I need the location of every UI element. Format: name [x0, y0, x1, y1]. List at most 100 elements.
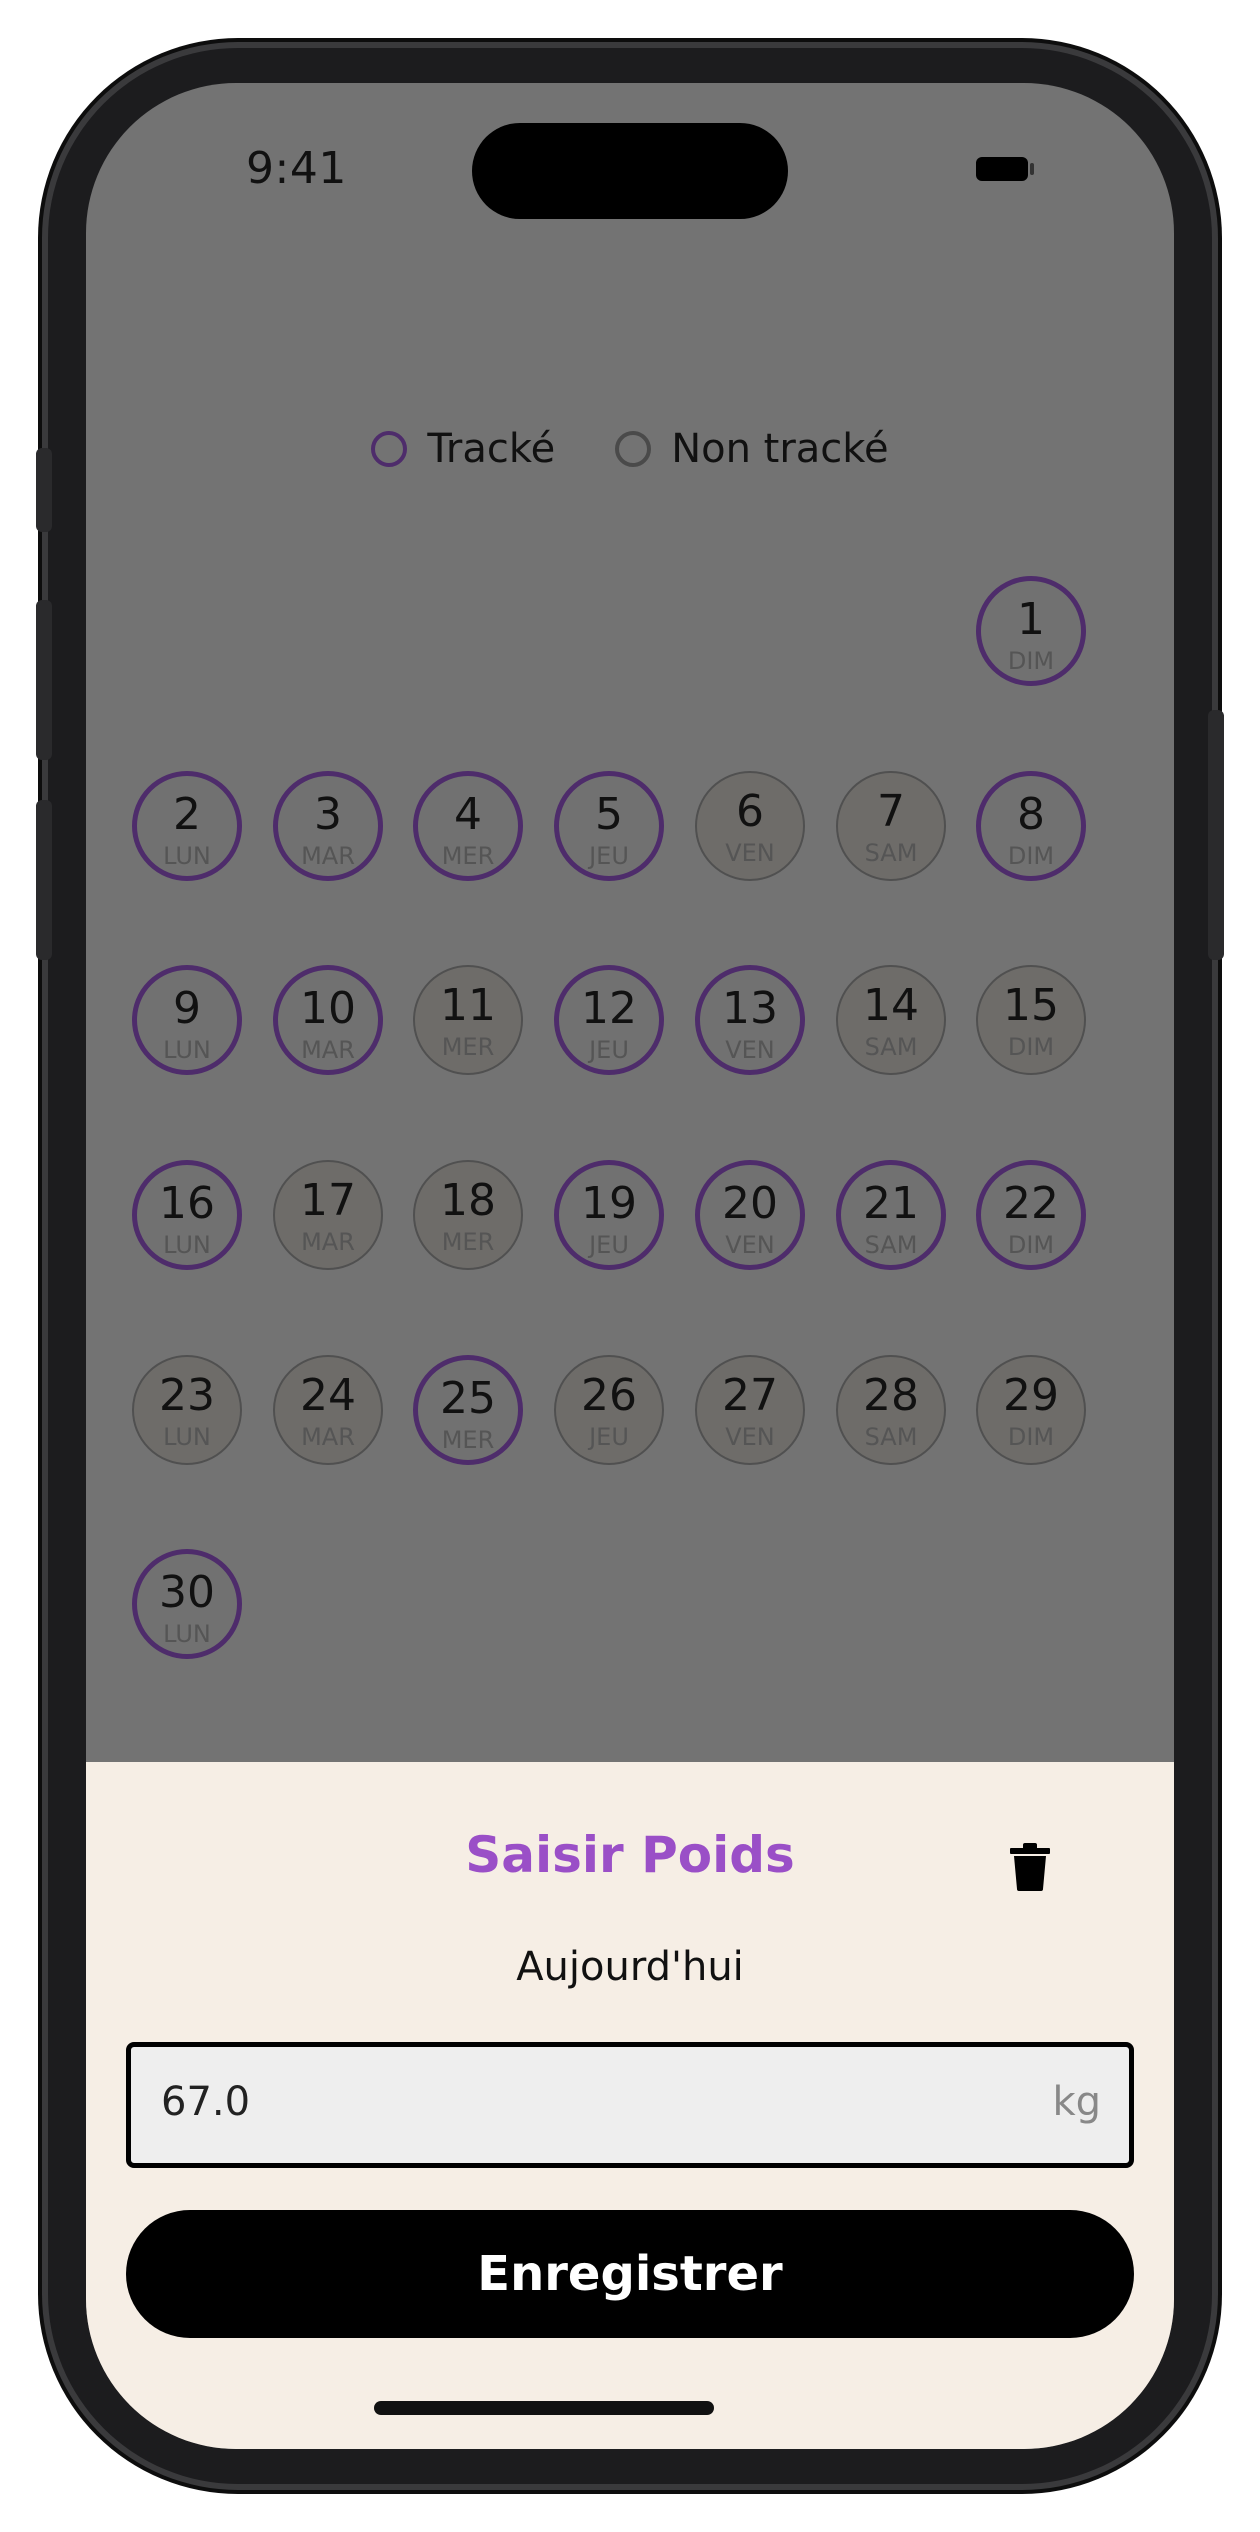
- day-weekday-label: MER: [441, 1228, 495, 1256]
- power-button: [1208, 710, 1224, 960]
- battery-tip: [1030, 163, 1034, 175]
- status-time: 9:41: [246, 143, 347, 194]
- day-number: 8: [1017, 789, 1045, 840]
- day-weekday-label: MER: [441, 1426, 495, 1454]
- calendar-day-17[interactable]: 17 MAR: [273, 1160, 383, 1270]
- calendar-day-14[interactable]: 14 SAM: [836, 965, 946, 1075]
- day-weekday-label: VEN: [725, 1036, 775, 1064]
- calendar-day-26[interactable]: 26 JEU: [554, 1355, 664, 1465]
- calendar-day-8[interactable]: 8 DIM: [976, 771, 1086, 881]
- calendar-day-28[interactable]: 28 SAM: [836, 1355, 946, 1465]
- day-weekday-label: MER: [441, 1033, 495, 1061]
- day-number: 10: [300, 983, 356, 1034]
- legend-tracked-label: Tracké: [427, 426, 556, 472]
- legend: Tracké Non tracké: [86, 426, 1174, 472]
- calendar-day-13[interactable]: 13 VEN: [695, 965, 805, 1075]
- calendar-day-18[interactable]: 18 MER: [413, 1160, 523, 1270]
- day-weekday-label: MER: [441, 842, 495, 870]
- day-number: 21: [863, 1178, 919, 1229]
- untracked-ring-icon: [615, 431, 652, 467]
- dynamic-island: [472, 123, 788, 219]
- calendar-day-24[interactable]: 24 MAR: [273, 1355, 383, 1465]
- calendar-day-2[interactable]: 2 LUN: [132, 771, 242, 881]
- day-weekday-label: DIM: [1007, 647, 1055, 675]
- day-number: 23: [159, 1370, 215, 1421]
- calendar-day-19[interactable]: 19 JEU: [554, 1160, 664, 1270]
- day-number: 18: [440, 1175, 496, 1226]
- legend-untracked-label: Non tracké: [671, 426, 889, 472]
- day-number: 13: [722, 983, 778, 1034]
- day-number: 25: [440, 1373, 496, 1424]
- day-number: 26: [581, 1370, 637, 1421]
- calendar-day-16[interactable]: 16 LUN: [132, 1160, 242, 1270]
- volume-down-button: [36, 800, 52, 960]
- calendar-day-1[interactable]: 1 DIM: [976, 576, 1086, 686]
- day-number: 7: [877, 786, 905, 837]
- day-number: 17: [300, 1175, 356, 1226]
- calendar-day-12[interactable]: 12 JEU: [554, 965, 664, 1075]
- day-weekday-label: MAR: [301, 1036, 355, 1064]
- battery-icon: [976, 157, 1028, 181]
- day-weekday-label: DIM: [1007, 1231, 1055, 1259]
- calendar-day-21[interactable]: 21 SAM: [836, 1160, 946, 1270]
- volume-up-button: [36, 600, 52, 760]
- day-number: 16: [159, 1178, 215, 1229]
- calendar-day-4[interactable]: 4 MER: [413, 771, 523, 881]
- day-weekday-label: SAM: [864, 1231, 918, 1259]
- day-number: 12: [581, 983, 637, 1034]
- day-number: 22: [1003, 1178, 1059, 1229]
- day-weekday-label: DIM: [1007, 1423, 1055, 1451]
- calendar-day-7[interactable]: 7 SAM: [836, 771, 946, 881]
- day-number: 9: [173, 983, 201, 1034]
- day-number: 1: [1017, 594, 1045, 645]
- calendar-day-30[interactable]: 30 LUN: [132, 1549, 242, 1659]
- day-number: 2: [173, 789, 201, 840]
- day-weekday-label: SAM: [864, 1033, 918, 1061]
- legend-tracked: Tracké: [371, 426, 555, 472]
- day-number: 4: [454, 789, 482, 840]
- calendar-day-15[interactable]: 15 DIM: [976, 965, 1086, 1075]
- calendar-day-23[interactable]: 23 LUN: [132, 1355, 242, 1465]
- legend-untracked: Non tracké: [615, 426, 889, 472]
- calendar-day-11[interactable]: 11 MER: [413, 965, 523, 1075]
- home-indicator[interactable]: [374, 2401, 714, 2415]
- action-button: [36, 448, 52, 532]
- day-weekday-label: LUN: [163, 1036, 211, 1064]
- day-weekday-label: MAR: [301, 1423, 355, 1451]
- day-number: 15: [1003, 980, 1059, 1031]
- day-weekday-label: DIM: [1007, 1033, 1055, 1061]
- day-weekday-label: LUN: [163, 1423, 211, 1451]
- day-weekday-label: MAR: [301, 842, 355, 870]
- day-weekday-label: LUN: [163, 842, 211, 870]
- calendar-day-10[interactable]: 10 MAR: [273, 965, 383, 1075]
- calendar-day-5[interactable]: 5 JEU: [554, 771, 664, 881]
- day-weekday-label: SAM: [864, 839, 918, 867]
- calendar-day-22[interactable]: 22 DIM: [976, 1160, 1086, 1270]
- day-number: 30: [159, 1567, 215, 1618]
- calendar-day-6[interactable]: 6 VEN: [695, 771, 805, 881]
- day-weekday-label: MAR: [301, 1228, 355, 1256]
- day-number: 27: [722, 1370, 778, 1421]
- day-number: 19: [581, 1178, 637, 1229]
- day-number: 14: [863, 980, 919, 1031]
- calendar-day-20[interactable]: 20 VEN: [695, 1160, 805, 1270]
- calendar-day-27[interactable]: 27 VEN: [695, 1355, 805, 1465]
- day-weekday-label: DIM: [1007, 842, 1055, 870]
- calendar-day-3[interactable]: 3 MAR: [273, 771, 383, 881]
- day-number: 29: [1003, 1370, 1059, 1421]
- calendar-day-25[interactable]: 25 MER: [413, 1355, 523, 1465]
- day-weekday-label: JEU: [589, 842, 629, 870]
- save-button[interactable]: Enregistrer: [126, 2210, 1134, 2338]
- day-weekday-label: JEU: [589, 1231, 629, 1259]
- weight-input-value[interactable]: 67.0: [161, 2079, 250, 2125]
- day-weekday-label: SAM: [864, 1423, 918, 1451]
- calendar-day-29[interactable]: 29 DIM: [976, 1355, 1086, 1465]
- day-number: 28: [863, 1370, 919, 1421]
- day-number: 11: [440, 980, 496, 1031]
- day-weekday-label: LUN: [163, 1620, 211, 1648]
- weight-entry-sheet: Saisir Poids Aujourd'hui 67.0 kg Enregis…: [86, 1762, 1174, 2449]
- day-number: 3: [314, 789, 342, 840]
- weight-input[interactable]: 67.0 kg: [126, 2042, 1134, 2168]
- calendar-day-9[interactable]: 9 LUN: [132, 965, 242, 1075]
- trash-icon[interactable]: [1008, 1842, 1052, 1892]
